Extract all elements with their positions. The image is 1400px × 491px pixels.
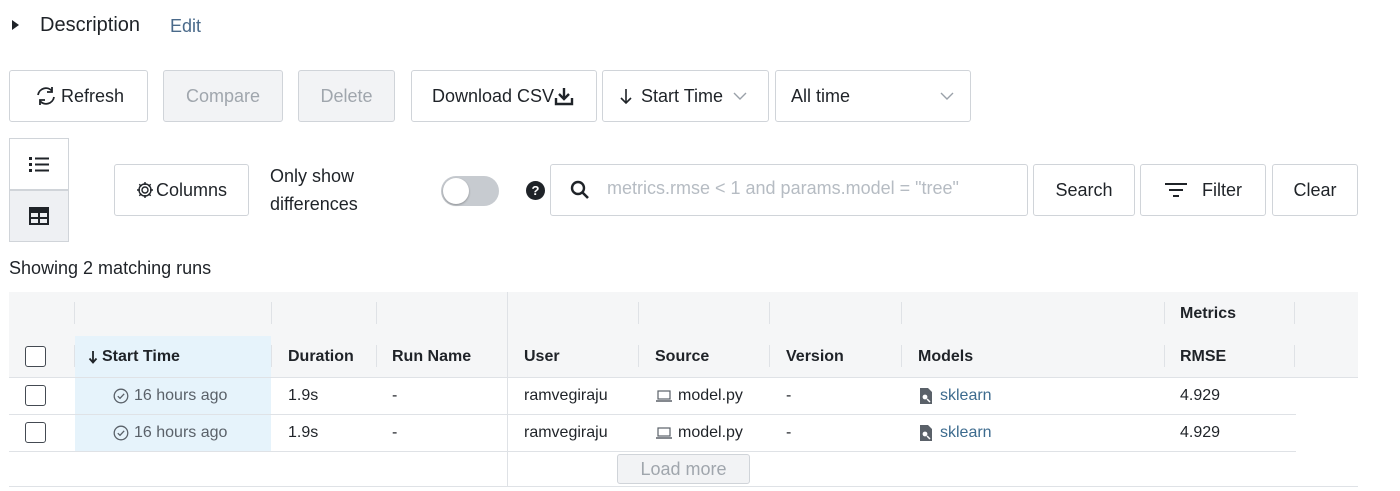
sort-select[interactable]: Start Time	[602, 70, 769, 122]
source-cell[interactable]: model.py	[655, 424, 743, 442]
row-checkbox[interactable]	[25, 385, 46, 406]
time-range-select[interactable]: All time	[775, 70, 971, 122]
table-row[interactable]: 16 hours ago 1.9s - ramvegiraju model.py…	[9, 415, 1358, 451]
metrics-group-header: Metrics	[1180, 305, 1237, 322]
start-time-value: 16 hours ago	[134, 387, 228, 404]
chevron-down-icon	[940, 91, 954, 101]
only-differences-line2: differences	[270, 194, 358, 214]
user-header[interactable]: User	[524, 348, 560, 366]
sort-desc-icon	[88, 350, 98, 364]
filter-label: Filter	[1202, 179, 1242, 200]
start-time-header-label: Start Time	[102, 348, 180, 365]
version-header[interactable]: Version	[786, 348, 844, 366]
duration-header[interactable]: Duration	[288, 348, 354, 366]
search-icon	[570, 180, 590, 200]
rmse-cell: 4.929	[1180, 387, 1221, 404]
refresh-label: Refresh	[60, 85, 125, 106]
description-title[interactable]: Description	[40, 14, 140, 37]
columns-button[interactable]: Columns	[114, 164, 249, 216]
refresh-icon	[33, 85, 59, 107]
toggle-knob	[443, 178, 469, 204]
select-all-checkbox[interactable]	[25, 346, 46, 367]
source-value: model.py	[678, 387, 743, 404]
sort-label: Start Time	[641, 85, 724, 106]
download-icon	[554, 86, 574, 106]
rmse-header[interactable]: RMSE	[1180, 348, 1226, 366]
download-csv-button[interactable]: Download CSV	[411, 70, 597, 122]
version-cell: -	[786, 387, 792, 404]
start-time-value: 16 hours ago	[134, 424, 228, 441]
edit-description-link[interactable]: Edit	[170, 16, 201, 37]
model-icon	[918, 387, 934, 405]
clear-button[interactable]: Clear	[1272, 164, 1358, 216]
filter-icon	[1164, 182, 1188, 198]
gear-icon	[136, 181, 154, 199]
rmse-cell: 4.929	[1180, 424, 1221, 441]
model-link[interactable]: sklearn	[940, 387, 992, 405]
only-differences-toggle[interactable]	[441, 176, 499, 206]
run-name-cell: -	[392, 387, 398, 404]
user-cell: ramvegiraju	[524, 424, 608, 441]
check-circle-icon	[113, 425, 129, 441]
row-checkbox[interactable]	[25, 422, 46, 443]
compare-button[interactable]: Compare	[163, 70, 283, 122]
download-csv-label: Download CSV	[431, 85, 555, 106]
source-cell[interactable]: model.py	[655, 387, 743, 405]
check-circle-icon	[113, 388, 129, 404]
models-header[interactable]: Models	[918, 348, 973, 366]
laptop-icon	[655, 389, 673, 403]
run-name-cell: -	[392, 424, 398, 441]
models-cell[interactable]: sklearn	[918, 424, 992, 442]
user-cell: ramvegiraju	[524, 387, 608, 404]
search-input[interactable]	[605, 177, 1029, 200]
chevron-down-icon	[733, 91, 747, 101]
search-box[interactable]	[550, 164, 1029, 216]
duration-cell: 1.9s	[288, 387, 319, 404]
version-cell: -	[786, 424, 792, 441]
delete-button[interactable]: Delete	[298, 70, 395, 122]
columns-label: Columns	[155, 179, 228, 200]
table-view-icon	[29, 207, 49, 225]
duration-cell: 1.9s	[288, 424, 319, 441]
models-cell[interactable]: sklearn	[918, 387, 992, 405]
table-view-button[interactable]	[9, 190, 69, 242]
list-view-button[interactable]	[9, 138, 69, 190]
caret-right-icon[interactable]	[12, 20, 19, 30]
start-time-cell[interactable]: 16 hours ago	[113, 387, 227, 405]
search-button[interactable]: Search	[1033, 164, 1135, 216]
run-name-header[interactable]: Run Name	[392, 348, 471, 366]
load-more-button[interactable]: Load more	[617, 454, 750, 484]
start-time-cell[interactable]: 16 hours ago	[113, 424, 227, 442]
model-link[interactable]: sklearn	[940, 424, 992, 442]
model-icon	[918, 424, 934, 442]
only-differences-label: Only show differences	[270, 162, 358, 218]
matching-runs-summary: Showing 2 matching runs	[9, 258, 212, 278]
table-row[interactable]: 16 hours ago 1.9s - ramvegiraju model.py…	[9, 378, 1358, 414]
only-differences-line1: Only show	[270, 166, 355, 186]
start-time-header[interactable]: Start Time	[88, 348, 180, 366]
refresh-button[interactable]: Refresh	[9, 70, 148, 122]
arrow-down-icon	[619, 87, 633, 105]
question-circle-icon[interactable]: ?	[526, 181, 545, 200]
source-value: model.py	[678, 424, 743, 441]
source-header[interactable]: Source	[655, 348, 709, 366]
list-view-icon	[28, 155, 50, 173]
filter-button[interactable]: Filter	[1140, 164, 1266, 216]
laptop-icon	[655, 426, 673, 440]
time-range-label: All time	[791, 85, 851, 106]
